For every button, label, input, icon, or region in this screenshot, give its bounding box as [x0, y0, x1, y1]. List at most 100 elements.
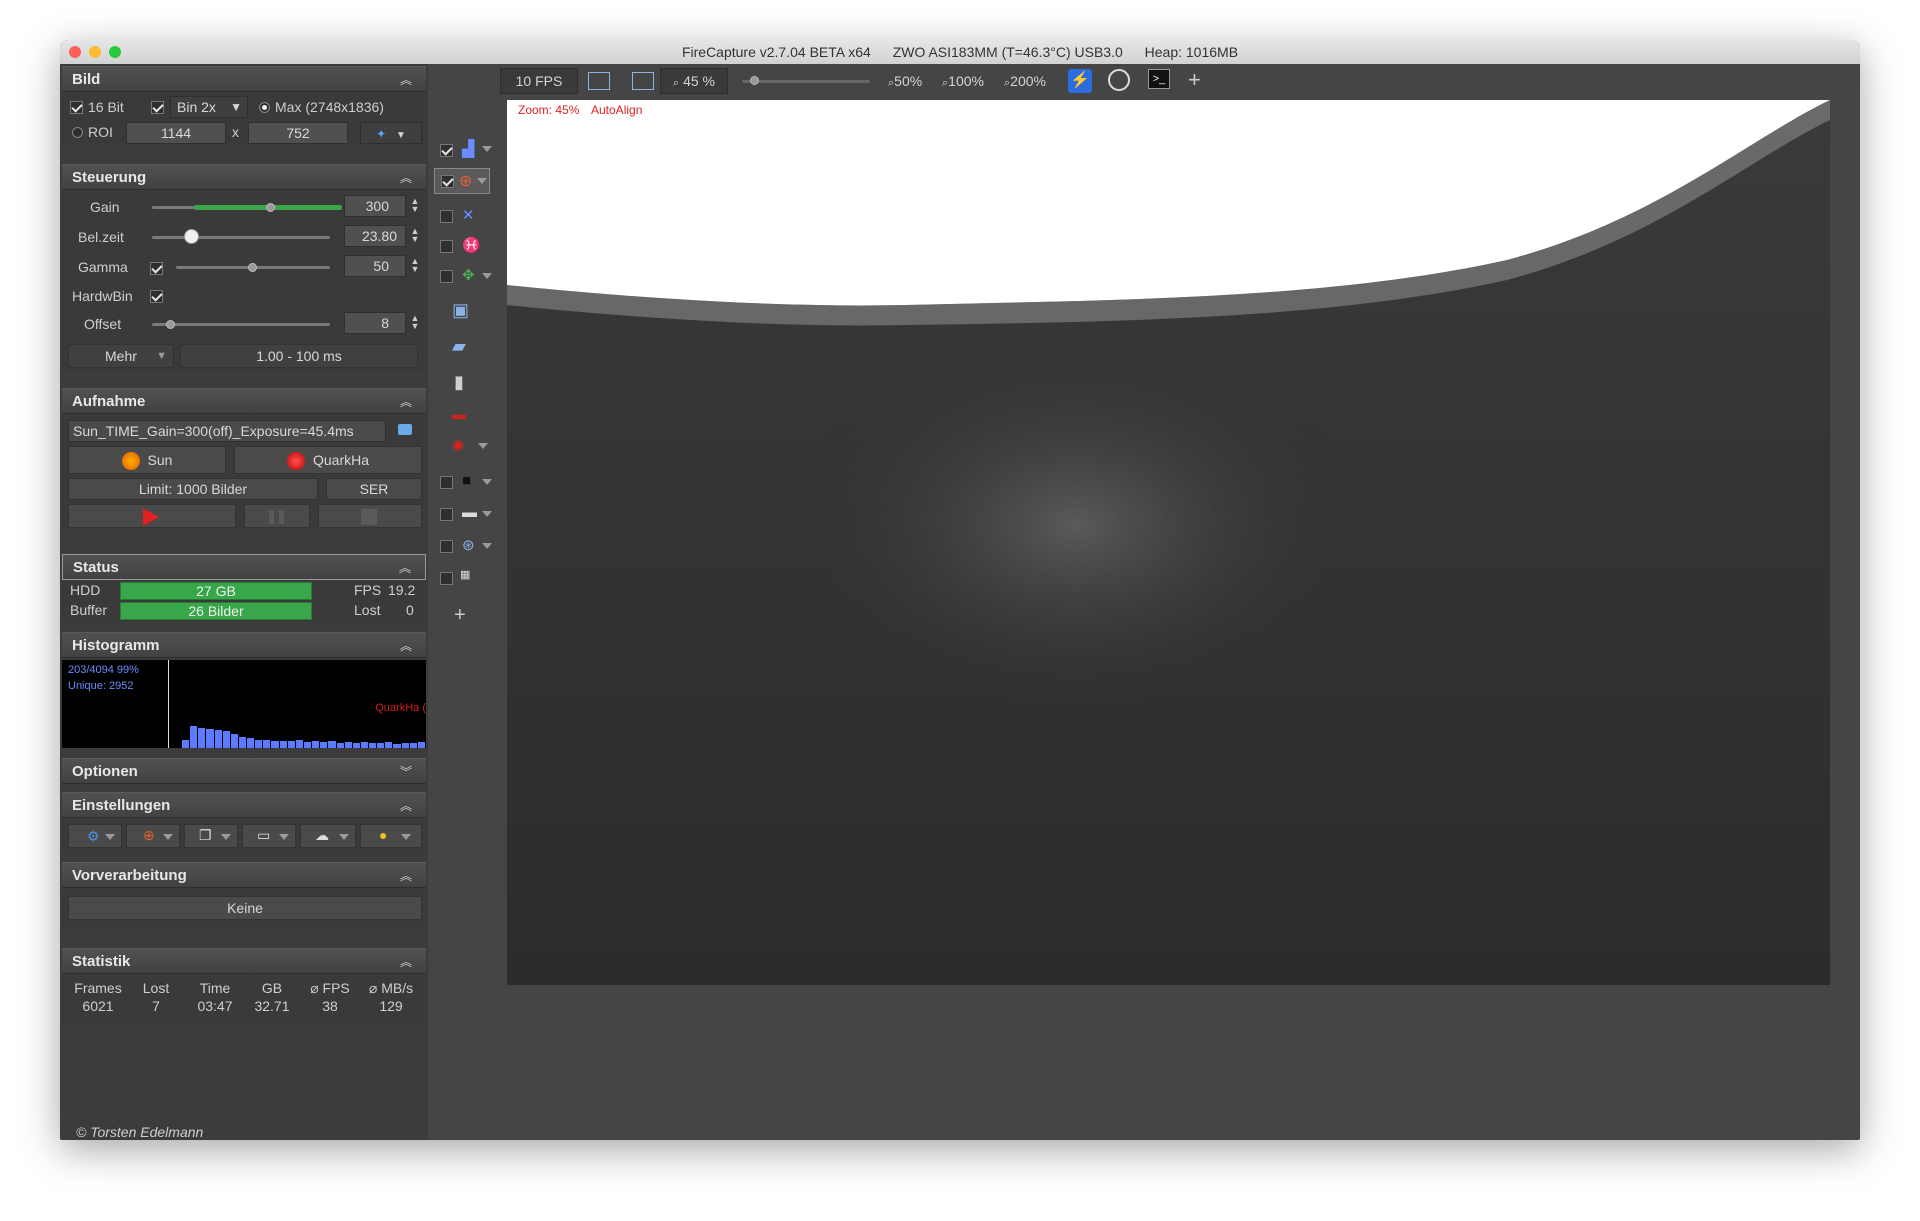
- collapse-icon[interactable]: ︽: [399, 555, 411, 581]
- expand-icon[interactable]: ︾: [400, 759, 412, 785]
- histogram-overlay-checkbox[interactable]: [440, 144, 453, 157]
- counter-icon[interactable]: ▦: [460, 568, 480, 586]
- settings-files-dropdown[interactable]: ❐: [184, 824, 238, 848]
- offset-spinner[interactable]: ▲ ▼: [410, 314, 420, 331]
- preprocessing-select[interactable]: Keine: [68, 896, 422, 920]
- section-header-steuerung[interactable]: Steuerung ︽: [62, 164, 426, 190]
- roi-radio[interactable]: [72, 127, 83, 138]
- collapse-icon[interactable]: ︽: [400, 863, 412, 889]
- bin-checkbox[interactable]: [151, 101, 164, 114]
- section-header-optionen[interactable]: Optionen ︾: [62, 758, 426, 784]
- black-rect-icon[interactable]: ■: [462, 472, 482, 490]
- settings-cloud-dropdown[interactable]: ☁: [300, 824, 356, 848]
- settings-gear-dropdown[interactable]: ⚙: [68, 824, 122, 848]
- section-header-aufnahme[interactable]: Aufnahme ︽: [62, 388, 426, 414]
- roi-height-input[interactable]: 752: [248, 122, 348, 144]
- add-icon[interactable]: +: [454, 604, 474, 626]
- focus-icon[interactable]: ♓: [462, 236, 482, 254]
- collapse-icon[interactable]: ︽: [400, 389, 412, 415]
- zoom-50-button[interactable]: ⌕50%: [888, 68, 922, 96]
- gamma-checkbox[interactable]: [150, 262, 163, 275]
- offset-slider-track[interactable]: [152, 323, 330, 326]
- profile-quarkha-button[interactable]: QuarkHa: [234, 446, 422, 474]
- crossing-icon[interactable]: ✕: [462, 206, 482, 224]
- tool-checkbox-6[interactable]: [440, 476, 453, 489]
- folder-icon[interactable]: ▰: [452, 336, 472, 356]
- autoalign-tool[interactable]: ⊕: [434, 168, 490, 194]
- zoom-display[interactable]: ⌕ 45 %: [660, 68, 728, 94]
- zoom-100-button[interactable]: ⌕100%: [942, 68, 984, 96]
- camera-icon[interactable]: [398, 424, 412, 435]
- limit-button[interactable]: Limit: 1000 Bilder: [68, 478, 318, 500]
- fps-limit-button[interactable]: 10 FPS: [500, 68, 578, 94]
- chevron-down-icon[interactable]: [478, 443, 488, 449]
- tool-checkbox-8[interactable]: [440, 540, 453, 553]
- profile-sun-button[interactable]: Sun: [68, 446, 226, 474]
- record-button[interactable]: [68, 504, 236, 528]
- gamma-spinner[interactable]: ▲ ▼: [410, 257, 420, 274]
- max-radio[interactable]: [259, 102, 270, 113]
- exposure-spinner[interactable]: ▲ ▼: [410, 227, 420, 244]
- terminal-icon[interactable]: >_: [1148, 69, 1170, 89]
- maximize-window-button[interactable]: [109, 46, 121, 58]
- stop-button[interactable]: [318, 504, 422, 528]
- collapse-icon[interactable]: ︽: [400, 793, 412, 819]
- fullscreen-icon[interactable]: [632, 72, 654, 90]
- fit-window-icon[interactable]: [588, 72, 610, 90]
- histogram-icon[interactable]: ▟: [462, 139, 482, 158]
- chevron-down-icon[interactable]: [482, 511, 492, 517]
- line-icon[interactable]: ▬: [462, 504, 482, 522]
- tool-checkbox-3[interactable]: [440, 210, 453, 223]
- zoom-slider-handle[interactable]: [750, 76, 759, 85]
- chevron-down-icon[interactable]: [482, 479, 492, 485]
- exposure-slider-track[interactable]: [152, 236, 330, 239]
- section-header-statistik[interactable]: Statistik ︽: [62, 948, 426, 974]
- chevron-down-icon[interactable]: [482, 273, 492, 279]
- collapse-icon[interactable]: ︽: [400, 633, 412, 659]
- hardwbin-checkbox[interactable]: [150, 290, 163, 303]
- section-header-histogramm[interactable]: Histogramm ︽: [62, 632, 426, 658]
- filename-field[interactable]: Sun_TIME_Gain=300(off)_Exposure=45.4ms: [68, 420, 386, 442]
- roi-position-select[interactable]: ✦ ▼: [360, 122, 422, 144]
- move-icon[interactable]: ✥: [462, 266, 482, 284]
- settings-target-dropdown[interactable]: ⊕: [126, 824, 180, 848]
- pause-button[interactable]: [244, 504, 310, 528]
- trash-icon[interactable]: ▮: [454, 372, 474, 392]
- chevron-down-icon[interactable]: [482, 146, 492, 152]
- exposure-slider-handle[interactable]: [184, 229, 199, 244]
- globe-icon[interactable]: ⊛: [462, 536, 482, 554]
- autorun-icon[interactable]: ⚡: [1068, 69, 1092, 93]
- section-header-bild[interactable]: Bild ︽: [62, 66, 426, 92]
- timer-icon[interactable]: [1108, 69, 1130, 91]
- gain-slider-handle[interactable]: [266, 203, 275, 212]
- section-header-einstellungen[interactable]: Einstellungen ︽: [62, 792, 426, 818]
- autoalign-checkbox[interactable]: [441, 175, 454, 188]
- chevron-down-icon[interactable]: [482, 543, 492, 549]
- tool-checkbox-5[interactable]: [440, 270, 453, 283]
- section-header-status[interactable]: Status ︽: [62, 554, 426, 580]
- offset-input[interactable]: 8: [344, 312, 406, 334]
- tool-checkbox-4[interactable]: [440, 240, 453, 253]
- tool-checkbox-9[interactable]: [440, 572, 453, 585]
- minimize-window-button[interactable]: [89, 46, 101, 58]
- bin-select[interactable]: Bin 2x ▼: [170, 96, 248, 118]
- exposure-input[interactable]: 23.80: [344, 225, 406, 247]
- gain-spinner[interactable]: ▲ ▼: [410, 197, 420, 214]
- zoom-slider-track[interactable]: [742, 80, 870, 83]
- format-button[interactable]: SER: [326, 478, 422, 500]
- gamma-input[interactable]: 50: [344, 255, 406, 277]
- close-window-button[interactable]: [69, 46, 81, 58]
- image-viewer[interactable]: Zoom: 45% AutoAlign: [507, 100, 1830, 985]
- section-header-vorverarbeitung[interactable]: Vorverarbeitung ︽: [62, 862, 426, 888]
- mehr-dropdown[interactable]: Mehr ▼: [68, 344, 174, 368]
- roi-width-input[interactable]: 1144: [126, 122, 226, 144]
- zoom-200-button[interactable]: ⌕200%: [1004, 68, 1046, 96]
- collapse-icon[interactable]: ︽: [400, 165, 412, 191]
- gain-input[interactable]: 300: [344, 195, 406, 217]
- record-screen-icon[interactable]: ▬: [452, 406, 472, 424]
- collapse-icon[interactable]: ︽: [400, 67, 412, 93]
- offset-slider-handle[interactable]: [166, 320, 175, 329]
- collapse-icon[interactable]: ︽: [400, 949, 412, 975]
- tool-checkbox-7[interactable]: [440, 508, 453, 521]
- settings-light-dropdown[interactable]: ●: [360, 824, 422, 848]
